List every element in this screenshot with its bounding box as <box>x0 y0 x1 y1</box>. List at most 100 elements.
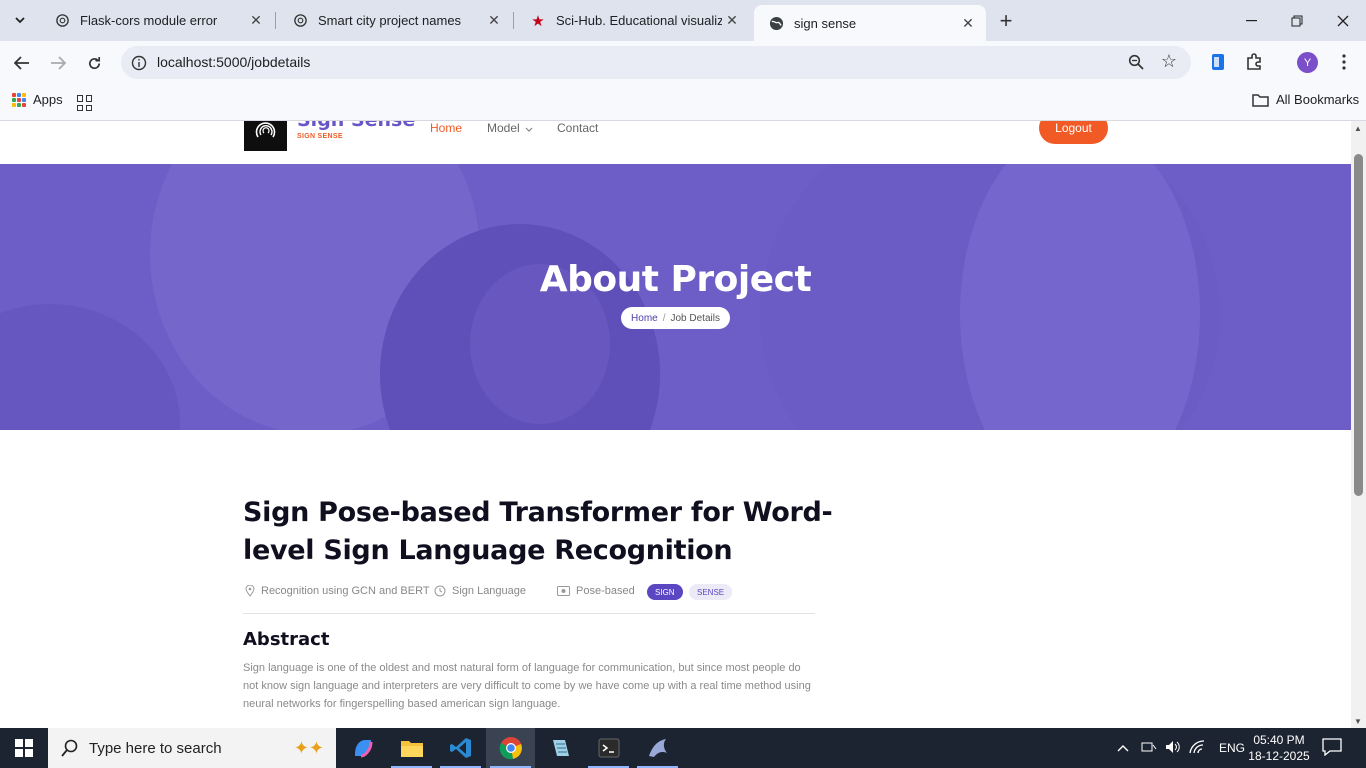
tab-close-icon[interactable]: ✕ <box>722 11 742 31</box>
card-icon <box>557 586 570 596</box>
taskbar-search-box[interactable]: Type here to search ✦✦ <box>48 728 336 768</box>
taskbar-app-dolphin[interactable] <box>633 728 682 768</box>
tag-sign[interactable]: SIGN <box>647 584 683 600</box>
close-window-button[interactable] <box>1320 0 1366 41</box>
browser-tab-strip: Flask-cors module error ✕ Smart city pro… <box>0 0 1366 41</box>
show-hidden-icons-chevron-icon[interactable] <box>1115 741 1131 755</box>
nav-model-label: Model <box>487 121 520 135</box>
site-info-icon[interactable] <box>129 53 148 72</box>
bookmark-apps[interactable]: Apps <box>12 92 63 107</box>
scihub-icon: ★ <box>531 12 545 30</box>
breadcrumb-separator: / <box>662 312 666 324</box>
openai-icon <box>292 13 308 29</box>
address-bar[interactable]: localhost:5000/jobdetails ☆ <box>121 46 1191 79</box>
all-bookmarks[interactable]: All Bookmarks <box>1252 92 1359 107</box>
tab-groups-icon[interactable] <box>77 95 93 111</box>
nav-model-dropdown[interactable]: Model <box>487 121 533 135</box>
tab-scihub[interactable]: ★ Sci-Hub. Educational visualization ✕ <box>516 0 750 41</box>
terminal-icon <box>598 738 619 758</box>
meta-type-text: Pose-based <box>576 585 635 597</box>
new-tab-button[interactable]: + <box>993 8 1019 34</box>
reading-mode-icon[interactable] <box>1207 51 1229 73</box>
forward-button[interactable] <box>44 49 72 77</box>
meta-location: Recognition using GCN and BERT <box>245 585 430 597</box>
tab-title: sign sense <box>794 15 857 31</box>
vscode-icon <box>449 738 471 758</box>
bookmark-star-icon[interactable]: ☆ <box>1158 50 1180 72</box>
apps-grid-icon <box>12 92 26 107</box>
tab-close-icon[interactable]: ✕ <box>958 13 978 33</box>
project-title: Sign Pose-based Transformer for Word-lev… <box>243 497 833 566</box>
meta-time-text: Sign Language <box>452 585 527 597</box>
taskbar-chrome[interactable] <box>486 728 535 768</box>
notepad-icon <box>552 740 569 756</box>
tab-title: Sci-Hub. Educational visualization <box>556 13 722 28</box>
meta-location-text: Recognition using GCN and BERT <box>261 585 430 597</box>
apps-label: Apps <box>33 92 63 107</box>
extensions-icon[interactable] <box>1243 51 1265 73</box>
breadcrumb-current: Job Details <box>670 312 720 324</box>
scroll-up-icon[interactable]: ▲ <box>1354 124 1362 133</box>
scrollbar-thumb[interactable] <box>1354 154 1363 496</box>
sparkle-icon: ✦✦ <box>293 737 324 758</box>
page-scrollbar[interactable]: ▲ ▼ <box>1351 121 1366 728</box>
reload-button[interactable] <box>80 49 108 77</box>
keyboard-icon[interactable] <box>1137 741 1161 756</box>
profile-avatar[interactable]: Y <box>1297 52 1318 73</box>
chevron-down-icon <box>525 127 533 132</box>
content-divider <box>243 613 815 614</box>
tag-sense[interactable]: SENSE <box>689 584 733 600</box>
taskbar-vscode[interactable] <box>436 728 485 768</box>
clock-date: 18-12-2025 <box>1248 749 1310 763</box>
copilot-icon <box>354 740 372 758</box>
logo-subtitle: SIGN SENSE <box>297 133 343 140</box>
folder-icon <box>400 741 423 757</box>
tab-close-icon[interactable]: ✕ <box>484 11 504 31</box>
page-viewport: Sign Sense SIGN SENSE Home Model Contact… <box>0 121 1351 728</box>
logo-mark[interactable] <box>244 121 287 151</box>
tab-title: Flask-cors module error <box>80 13 218 28</box>
tab-smart-city[interactable]: Smart city project names ✕ <box>278 0 512 41</box>
language-indicator[interactable]: ENG <box>1219 741 1245 755</box>
hero-title: About Project <box>539 259 812 300</box>
tab-sign-sense[interactable]: sign sense ✕ <box>754 5 986 41</box>
all-bookmarks-label: All Bookmarks <box>1276 92 1360 107</box>
tab-separator <box>275 12 276 29</box>
chrome-icon <box>499 737 522 760</box>
tab-search-chevron-icon[interactable] <box>8 8 32 32</box>
dolphin-icon <box>648 739 667 757</box>
logo-title[interactable]: Sign Sense <box>297 121 415 131</box>
tab-close-icon[interactable]: ✕ <box>246 11 266 31</box>
tab-separator <box>513 12 514 29</box>
taskbar-clock[interactable]: 05:40 PM 18-12-2025 <box>1244 732 1314 764</box>
taskbar-notepad[interactable] <box>535 728 584 768</box>
bookmarks-bar: Apps All Bookmarks <box>0 85 1366 121</box>
zoom-icon[interactable] <box>1126 52 1146 72</box>
clock-icon <box>434 585 446 597</box>
taskbar-file-explorer[interactable] <box>387 728 436 768</box>
logout-button[interactable]: Logout <box>1039 121 1108 144</box>
menu-kebab-icon[interactable] <box>1333 51 1355 73</box>
volume-icon[interactable] <box>1161 740 1185 757</box>
search-icon <box>61 739 78 757</box>
openai-icon <box>54 13 70 29</box>
taskbar-copilot[interactable] <box>338 728 387 768</box>
breadcrumb-home-link[interactable]: Home <box>631 313 658 324</box>
nav-contact-link[interactable]: Contact <box>557 121 598 135</box>
windows-taskbar: Type here to search ✦✦ ENG 05:40 PM 18-1… <box>0 728 1366 768</box>
network-icon[interactable] <box>1185 739 1209 757</box>
minimize-button[interactable] <box>1228 0 1274 41</box>
hero-bg-shape <box>0 304 180 430</box>
taskbar-terminal[interactable] <box>584 728 633 768</box>
restore-button[interactable] <box>1274 0 1320 41</box>
scroll-down-icon[interactable]: ▼ <box>1354 717 1362 726</box>
clock-time: 05:40 PM <box>1253 733 1305 747</box>
browser-toolbar: localhost:5000/jobdetails ☆ Y <box>0 41 1366 85</box>
back-button[interactable] <box>8 49 36 77</box>
url-text[interactable]: localhost:5000/jobdetails <box>157 54 310 70</box>
notification-center-icon[interactable] <box>1322 738 1344 758</box>
nav-home-link[interactable]: Home <box>430 121 462 135</box>
tab-flask-cors[interactable]: Flask-cors module error ✕ <box>40 0 274 41</box>
windows-start-button[interactable] <box>0 728 48 768</box>
meta-type: Pose-based <box>557 585 635 597</box>
